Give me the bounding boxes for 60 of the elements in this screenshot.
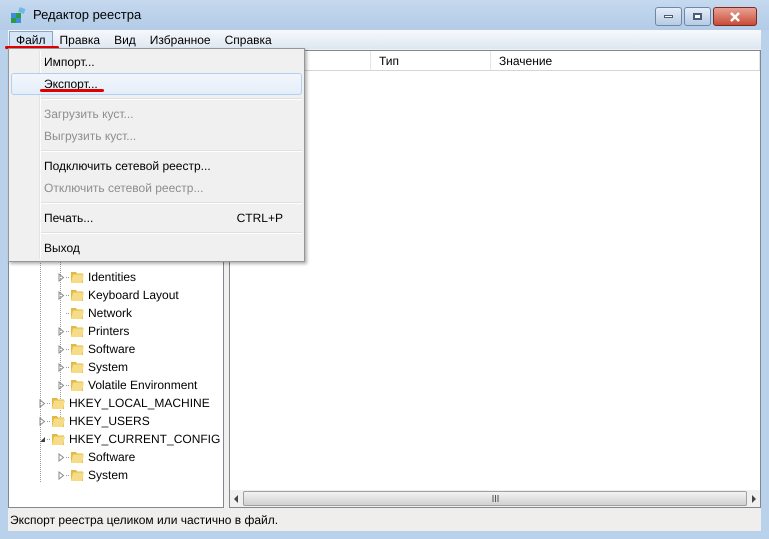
menu-item[interactable]: Справка	[218, 30, 279, 48]
status-text: Экспорт реестра целиком или частично в файл.	[10, 512, 278, 528]
collapsed-arrow-icon[interactable]	[58, 272, 65, 282]
collapsed-arrow-icon[interactable]	[58, 380, 65, 390]
folder-icon	[50, 395, 66, 411]
collapsed-arrow-icon[interactable]	[58, 326, 65, 336]
shortcut-text: CTRL+P	[236, 210, 283, 227]
tree-item[interactable]: Volatile Environment	[88, 376, 198, 394]
registry-cubes-icon	[10, 7, 27, 23]
menu-entry[interactable]: Выход	[11, 237, 302, 259]
menu-item[interactable]: Правка	[52, 30, 108, 48]
collapsed-arrow-icon[interactable]	[58, 344, 65, 354]
tree-item[interactable]: Software	[88, 448, 136, 466]
column-heading[interactable]: Значение	[491, 51, 760, 70]
menu-entry[interactable]: Печать... CTRL+P	[11, 207, 302, 229]
scroll-right-icon[interactable]	[750, 494, 758, 502]
folder-icon	[69, 323, 85, 339]
collapsed-arrow-icon[interactable]	[58, 362, 65, 372]
menu-item[interactable]: Вид	[107, 30, 143, 48]
tree-item[interactable]: Network	[88, 304, 132, 322]
tree-item[interactable]: Software	[88, 340, 136, 358]
close-icon	[729, 12, 741, 22]
collapsed-arrow-icon[interactable]	[58, 470, 65, 480]
column-heading[interactable]: Тип	[371, 51, 491, 70]
collapsed-arrow-icon[interactable]	[58, 290, 65, 300]
tree-item[interactable]: HKEY_LOCAL_MACHINE	[69, 394, 210, 412]
menu-item[interactable]: Избранное	[142, 30, 218, 48]
window-title: Редактор реестра	[33, 6, 142, 24]
minimize-button[interactable]	[655, 7, 682, 26]
collapsed-arrow-icon[interactable]	[39, 416, 46, 426]
folder-icon	[69, 269, 85, 285]
underline-mark	[40, 89, 104, 92]
folder-icon	[50, 431, 66, 447]
menu-entry[interactable]: Импорт...	[11, 51, 302, 73]
folder-icon	[69, 359, 85, 375]
folder-icon	[69, 305, 85, 321]
folder-icon	[69, 287, 85, 303]
collapsed-arrow-icon[interactable]	[39, 398, 46, 408]
menu-entry[interactable]: Экспорт...	[11, 73, 302, 95]
scrollbar-thumb[interactable]	[243, 491, 747, 506]
tree-item[interactable]: System	[88, 466, 128, 484]
menu-entry[interactable]: Подключить сетевой реестр...	[11, 155, 302, 177]
tree-item[interactable]: Keyboard Layout	[88, 286, 179, 304]
folder-icon	[50, 413, 66, 429]
expanded-arrow-icon[interactable]	[39, 436, 46, 442]
folder-icon	[69, 341, 85, 357]
scroll-left-icon[interactable]	[232, 494, 240, 502]
folder-icon	[69, 449, 85, 465]
folder-icon	[69, 467, 85, 483]
tree-item[interactable]: HKEY_USERS	[69, 412, 150, 430]
close-button[interactable]	[713, 7, 757, 26]
folder-icon	[69, 377, 85, 393]
maximize-button[interactable]	[684, 7, 711, 26]
tree-item[interactable]: System	[88, 358, 128, 376]
collapsed-arrow-icon[interactable]	[58, 452, 65, 462]
tree-item[interactable]: Identities	[88, 268, 136, 286]
tree-item[interactable]: HKEY_CURRENT_CONFIG	[69, 430, 220, 448]
grip-icon	[492, 495, 498, 502]
tree-item[interactable]: Printers	[88, 322, 130, 340]
horizontal-scrollbar[interactable]	[230, 490, 760, 507]
